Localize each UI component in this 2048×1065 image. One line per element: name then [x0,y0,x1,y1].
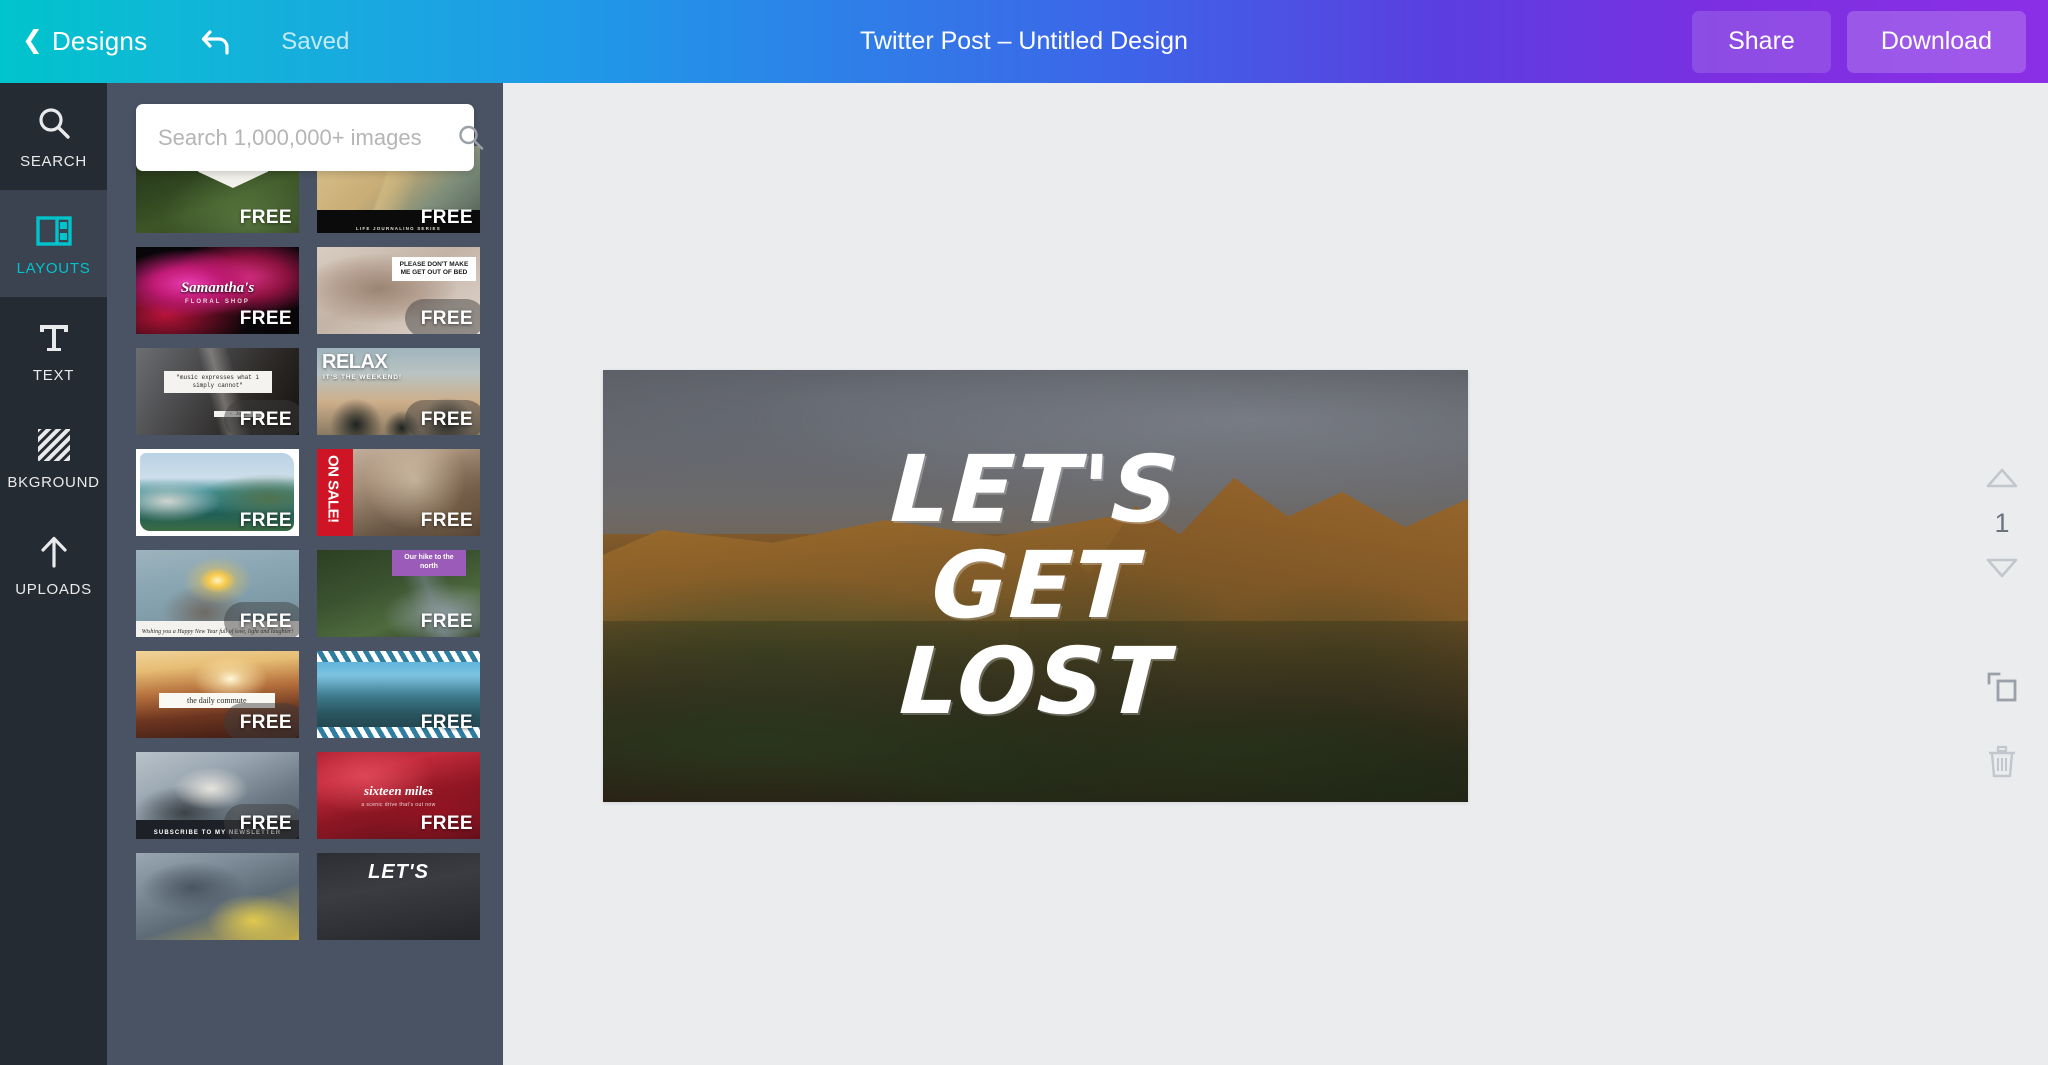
move-page-up-button[interactable] [1969,456,2035,500]
sidebar-item-layouts[interactable]: LAYOUTS [0,190,107,297]
undo-arrow-icon [202,29,229,55]
thumbnail-partial-lets[interactable]: LET'S [317,853,480,940]
header-actions: Share Download [1692,10,2026,73]
upload-arrow-icon [36,532,72,572]
back-to-designs-button[interactable]: ❮ Designs [22,26,147,57]
layouts-icon [35,211,72,251]
thumbnail-daily-commute[interactable]: the daily commute FREE [136,651,299,738]
sidebar-label-text: TEXT [32,366,75,384]
background-hatch-icon [37,425,71,465]
duplicate-page-icon [1987,672,2017,702]
design-canvas[interactable]: LET'S GET LOST [603,370,1468,802]
triangle-up-icon [1986,468,2018,488]
sidebar-item-search[interactable]: SEARCH [0,83,107,190]
thumbnail-relax[interactable]: RELAX IT'S THE WEEKEND! FREE [317,348,480,435]
search-icon [459,125,484,150]
thumbnail-coastline[interactable]: FREE [136,449,299,536]
search-submit-button[interactable] [456,104,486,171]
search-input[interactable] [136,124,456,151]
move-page-down-button[interactable] [1969,546,2035,590]
share-button[interactable]: Share [1692,10,1831,73]
sidebar-label-search: SEARCH [20,152,87,170]
back-to-designs-label: Designs [51,26,148,56]
design-line-3: LOST [897,628,1174,736]
sidebar-label-background: BKGROUND [7,473,100,491]
undo-button[interactable] [195,20,239,64]
download-button[interactable]: Download [1846,10,2026,73]
thumbnail-partial-left[interactable] [136,853,299,940]
save-status-label: Saved [281,27,350,55]
thumbnail-samanthas[interactable]: Samantha's FLORAL SHOP FREE [136,247,299,334]
design-line-2: GET [929,531,1142,639]
trash-icon [1989,745,2015,778]
duplicate-page-button[interactable] [1969,664,2035,708]
search-icon [35,104,73,144]
thumbnail-our-hike[interactable]: Our hike to the north FREE [317,550,480,637]
sidebar-label-uploads: UPLOADS [15,580,92,598]
page-number-label: 1 [1994,507,2010,538]
page-tools-column: 1 [1956,83,2048,1065]
delete-page-button[interactable] [1969,740,2035,784]
triangle-down-icon [1986,558,2018,578]
design-text-block[interactable]: LET'S GET LOST [603,370,1468,802]
thumbnail-sparkler[interactable]: Wishing you a Happy New Year full of lov… [136,550,299,637]
text-t-icon [36,318,72,358]
thumbnail-music-quote[interactable]: "music expresses what i simply cannot" -… [136,348,299,435]
thumbnail-pug[interactable]: PLEASE DON'T MAKE ME GET OUT OF BED FREE [317,247,480,334]
sidebar-item-background[interactable]: BKGROUND [0,404,107,511]
sidebar-item-uploads[interactable]: UPLOADS [0,511,107,618]
sidebar-item-text[interactable]: TEXT [0,297,107,404]
design-line-1: LET'S [888,435,1183,543]
search-field-container [136,104,484,171]
chevron-left-icon: ❮ [22,26,43,54]
sidebar-label-layouts: LAYOUTS [16,259,91,277]
thumbnail-on-sale[interactable]: ON SALE! FREE [317,449,480,536]
template-thumbnail-grid: ROADRUNNER supply co. FREE LIFE JOURNALI… [136,146,480,940]
app-header: ❮ Designs Saved Twitter Post – Untitled … [0,0,2048,83]
thumbnail-sixteen-miles[interactable]: sixteen miles a scenic drive that's out … [317,752,480,839]
left-tool-rail: SEARCH LAYOUTS TEXT BKGROUND UPLOADS [0,83,107,1065]
layouts-panel: ROADRUNNER supply co. FREE LIFE JOURNALI… [107,83,503,1065]
canvas-workspace: LET'S GET LOST [503,83,2048,1065]
thumbnail-newsletter[interactable]: SUBSCRIBE TO MY NEWSLETTER FREE [136,752,299,839]
thumbnail-coast-road[interactable]: FREE [317,651,480,738]
